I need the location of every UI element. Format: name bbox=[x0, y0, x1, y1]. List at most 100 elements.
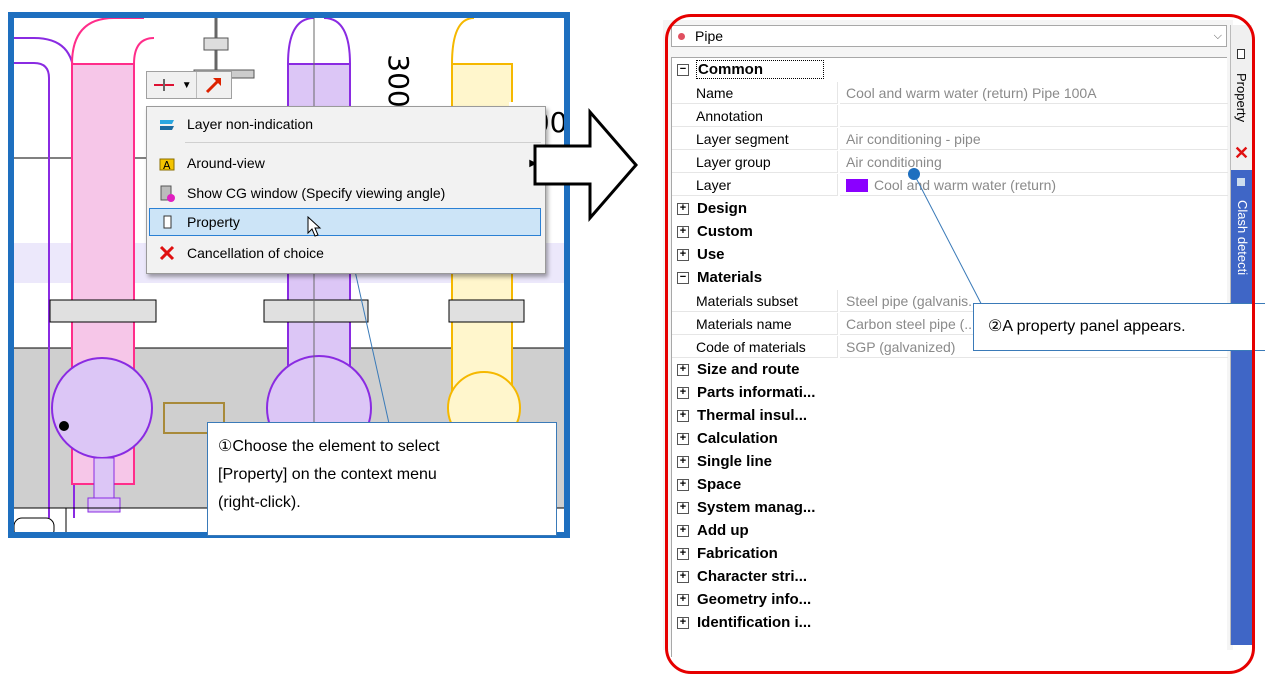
cancel-icon bbox=[147, 245, 187, 261]
callout-line: [Property] on the context menu bbox=[218, 466, 437, 483]
dimension-label-300: 300 bbox=[382, 54, 415, 107]
menu-item-label: Cancellation of choice bbox=[187, 245, 324, 261]
callout-2-leader bbox=[908, 168, 988, 316]
category-label: Parts informati... bbox=[697, 384, 816, 401]
category-parts-information[interactable]: + Parts informati... bbox=[672, 381, 1228, 404]
category-single-line[interactable]: + Single line bbox=[672, 450, 1228, 473]
expand-icon: + bbox=[677, 225, 689, 238]
property-name: Layer segment bbox=[672, 127, 838, 150]
category-identification[interactable]: + Identification i... bbox=[672, 611, 1228, 634]
category-common[interactable]: − Common bbox=[672, 58, 1228, 81]
category-label: Materials bbox=[697, 269, 763, 286]
instruction-callout-1: ①Choose the element to select [Property]… bbox=[207, 422, 557, 536]
expand-icon: + bbox=[677, 248, 689, 261]
category-label: System manag... bbox=[697, 499, 816, 516]
collapse-icon: − bbox=[677, 271, 689, 284]
property-name: Code of materials bbox=[672, 335, 838, 358]
property-row-name[interactable]: Name Cool and warm water (return) Pipe 1… bbox=[672, 81, 1228, 104]
collapse-icon: − bbox=[677, 63, 689, 76]
property-row-annotation[interactable]: Annotation bbox=[672, 104, 1228, 127]
property-icon bbox=[149, 215, 187, 229]
expand-icon: + bbox=[677, 570, 689, 583]
category-geometry-info[interactable]: + Geometry info... bbox=[672, 588, 1228, 611]
layer-icon bbox=[147, 116, 187, 132]
menu-item-layer-non-indication[interactable]: Layer non-indication bbox=[147, 110, 545, 138]
right-arrow-graphic bbox=[533, 108, 638, 222]
category-fabrication[interactable]: + Fabrication bbox=[672, 542, 1228, 565]
menu-item-label: Property bbox=[187, 214, 240, 230]
category-label: Add up bbox=[697, 522, 749, 539]
category-label: Size and route bbox=[697, 361, 800, 378]
category-label: Character stri... bbox=[697, 568, 808, 585]
callout-line: ①Choose the element to select bbox=[218, 438, 440, 455]
menu-item-label: Layer non-indication bbox=[187, 116, 314, 132]
category-label: Single line bbox=[697, 453, 773, 470]
expand-icon: + bbox=[677, 386, 689, 399]
category-add-up[interactable]: + Add up bbox=[672, 519, 1228, 542]
chevron-down-icon: ⌵ bbox=[1213, 29, 1222, 42]
property-value: Air conditioning - pipe bbox=[840, 128, 1228, 150]
tab-clash-detection[interactable]: Clash detecti bbox=[1231, 170, 1253, 645]
property-name: Materials subset bbox=[672, 289, 838, 312]
context-menu: Layer non-indication A Around-view ▶ Sho… bbox=[146, 106, 546, 274]
around-view-icon: A bbox=[147, 154, 187, 172]
mini-toolbar: ▼ bbox=[146, 71, 232, 99]
menu-item-label: Show CG window (Specify viewing angle) bbox=[187, 185, 446, 201]
category-label: Geometry info... bbox=[697, 591, 812, 608]
pipe-tool-icon bbox=[153, 79, 174, 91]
callout-line: (right-click). bbox=[218, 494, 301, 511]
category-label: Space bbox=[697, 476, 742, 493]
object-selector-value: Pipe bbox=[695, 28, 724, 44]
property-value: Air conditioning bbox=[840, 151, 1228, 173]
menu-separator bbox=[185, 142, 541, 143]
category-label: Use bbox=[697, 246, 725, 263]
object-selector-dropdown[interactable]: Pipe ⌵ bbox=[671, 25, 1227, 47]
menu-item-show-cg-window[interactable]: Show CG window (Specify viewing angle) bbox=[147, 179, 545, 207]
property-row-layer-segment[interactable]: Layer segment Air conditioning - pipe bbox=[672, 127, 1228, 150]
instruction-callout-2: ②A property panel appears. bbox=[973, 303, 1265, 351]
menu-item-around-view[interactable]: A Around-view ▶ bbox=[147, 149, 545, 177]
property-value bbox=[840, 105, 1228, 127]
expand-icon: + bbox=[677, 409, 689, 422]
category-system-management[interactable]: + System manag... bbox=[672, 496, 1228, 519]
category-label: Thermal insul... bbox=[697, 407, 808, 424]
category-label: Custom bbox=[697, 223, 753, 240]
expand-icon: + bbox=[677, 616, 689, 629]
menu-item-label: Around-view bbox=[187, 155, 265, 171]
layer-value-cell: Cool and warm water (return) bbox=[840, 174, 1228, 196]
menu-item-property[interactable]: Property bbox=[149, 208, 541, 237]
mouse-cursor-icon bbox=[307, 215, 323, 241]
pipe-tool-dropdown[interactable]: ▼ bbox=[147, 72, 196, 98]
property-name: Name bbox=[672, 81, 838, 104]
clash-icon bbox=[1237, 178, 1245, 186]
category-label: Design bbox=[697, 200, 748, 217]
category-calculation[interactable]: + Calculation bbox=[672, 427, 1228, 450]
property-name: Annotation bbox=[672, 104, 838, 127]
svg-text:A: A bbox=[163, 159, 171, 172]
category-label: Identification i... bbox=[697, 614, 812, 631]
expand-icon: + bbox=[677, 501, 689, 514]
arrow-icon bbox=[206, 77, 222, 94]
category-thermal-insulation[interactable]: + Thermal insul... bbox=[672, 404, 1228, 427]
layer-color-swatch bbox=[846, 178, 868, 192]
category-label: Calculation bbox=[697, 430, 778, 447]
expand-icon: + bbox=[677, 593, 689, 606]
pin-icon bbox=[1237, 49, 1245, 59]
expand-icon: + bbox=[677, 202, 689, 215]
property-name: Layer bbox=[672, 173, 838, 196]
expand-icon: + bbox=[677, 524, 689, 537]
property-value: Cool and warm water (return) Pipe 100A bbox=[840, 82, 1228, 104]
property-grid: − Common Name Cool and warm water (retur… bbox=[671, 57, 1228, 657]
category-label: Fabrication bbox=[697, 545, 778, 562]
category-size-and-route[interactable]: + Size and route bbox=[672, 358, 1228, 381]
menu-item-cancellation[interactable]: Cancellation of choice bbox=[147, 239, 545, 267]
category-character-string[interactable]: + Character stri... bbox=[672, 565, 1228, 588]
expand-icon: + bbox=[677, 478, 689, 491]
tab-property[interactable]: Property bbox=[1234, 73, 1249, 122]
expand-icon: + bbox=[677, 547, 689, 560]
close-icon[interactable]: ✕ bbox=[1234, 143, 1249, 164]
chevron-down-icon: ▼ bbox=[181, 79, 192, 91]
select-arrow-button[interactable] bbox=[196, 72, 231, 98]
pipe-dot-icon bbox=[678, 32, 685, 40]
category-space[interactable]: + Space bbox=[672, 473, 1228, 496]
